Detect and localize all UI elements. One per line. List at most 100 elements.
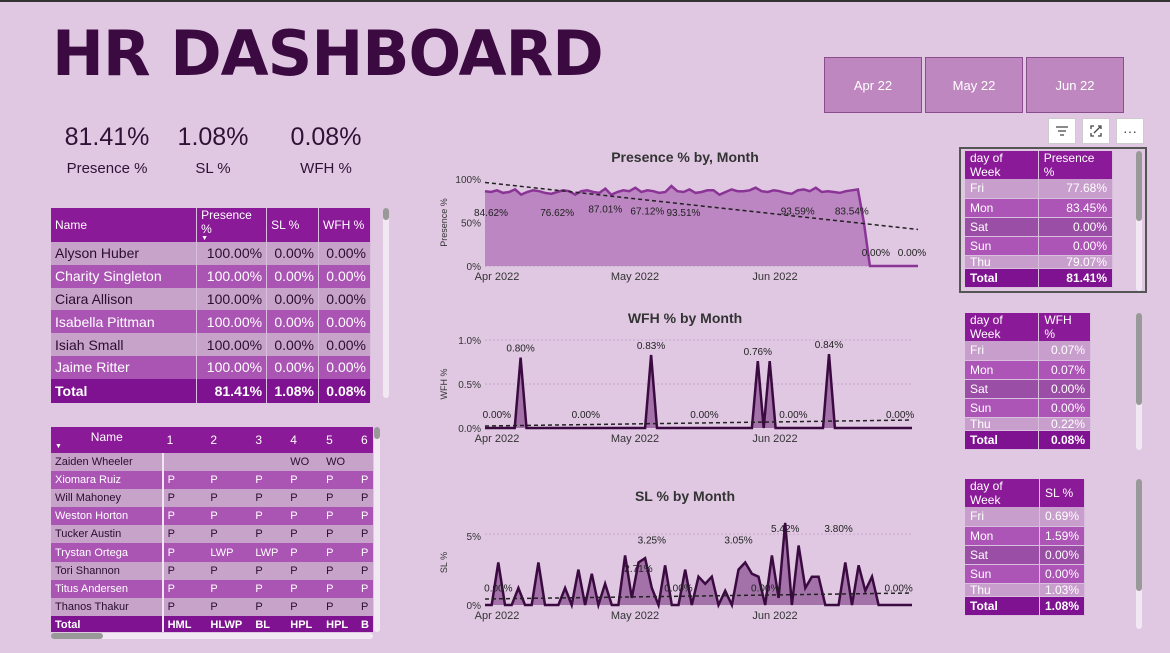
attendance-hscrollbar[interactable] <box>51 633 373 639</box>
x-tick-label: Apr 2022 <box>475 433 520 445</box>
table-row[interactable]: Fri 77.68% <box>965 179 1114 199</box>
table-row[interactable]: Fri 0.69% <box>965 507 1086 527</box>
table-row[interactable]: Thu 0.22% <box>965 417 1091 431</box>
cell-status: P <box>206 525 252 544</box>
scroll-thumb[interactable] <box>1136 151 1142 221</box>
table-row[interactable]: Sun 0.00% <box>965 398 1091 418</box>
filter-icon[interactable] <box>1048 118 1076 144</box>
cell-status: P <box>357 543 373 562</box>
employee-table-scrollbar[interactable] <box>383 208 389 398</box>
table-row[interactable]: Trystan Ortega P LWP LWP P P P <box>51 543 373 562</box>
att-col-3[interactable]: 3 <box>251 427 287 453</box>
cell-value: 0.00% <box>266 355 320 379</box>
presence-chart[interactable]: 84.62% 76.62% 87.01% 67.12% 93.51% 93.59% 83.5… <box>430 168 930 288</box>
col-header[interactable]: SL % <box>1039 479 1086 507</box>
table-row[interactable]: Thu 79.07% <box>965 255 1114 269</box>
scroll-thumb[interactable] <box>374 427 380 439</box>
employee-summary-table: Name Presence % ▼ SL % WFH % Alyson Huber… <box>51 208 371 403</box>
scroll-thumb[interactable] <box>383 208 389 220</box>
cell-status: P <box>322 561 358 580</box>
table-row[interactable]: Thanos Thakur P P P P P P <box>51 597 373 616</box>
wfh-dow-table: day of Week WFH % Fri 0.07% Mon 0.07% Sat 0.00%… <box>965 313 1091 450</box>
col-header[interactable]: day of Week <box>965 151 1039 179</box>
cell-status: P <box>322 525 358 544</box>
table-row[interactable]: Zaiden Wheeler WO WO <box>51 453 373 472</box>
total-row: Total 1.08% <box>965 596 1086 616</box>
table-row[interactable]: Sat 0.00% <box>965 379 1091 399</box>
scroll-thumb[interactable] <box>51 633 103 639</box>
table-row[interactable]: Sat 0.00% <box>965 217 1114 237</box>
table-row[interactable]: Sun 0.00% <box>965 236 1114 256</box>
att-col-1[interactable]: 1 <box>162 427 207 453</box>
kpi-presence-label: Presence % <box>66 160 148 177</box>
presence-dow-scrollbar[interactable] <box>1136 151 1142 291</box>
col-header-sl[interactable]: SL % <box>266 208 320 242</box>
cell-name: Thanos Thakur <box>51 597 164 616</box>
att-col-4[interactable]: 4 <box>286 427 323 453</box>
total-row: Total 0.08% <box>965 430 1091 450</box>
month-slicer-may[interactable]: May 22 <box>925 57 1023 113</box>
cell-value: 0.00% <box>266 310 320 334</box>
wfh-dow-scrollbar[interactable] <box>1136 313 1142 450</box>
wfh-chart[interactable]: 0.80% 0.00% 0.00% 0.83% 0.00% 0.76% 0.00% 0.84%… <box>430 330 930 450</box>
total-cell: HML <box>162 615 207 632</box>
cell-name: Xiomara Ruiz <box>51 471 164 490</box>
table-row[interactable]: Jaime Ritter 100.00% 0.00% 0.00% <box>51 355 371 379</box>
cell-day: Sat <box>965 545 1040 565</box>
month-slicer-jun[interactable]: Jun 22 <box>1026 57 1124 113</box>
table-row[interactable]: Tucker Austin P P P P P P <box>51 525 373 544</box>
page-title: HR DASHBOARD <box>52 17 604 90</box>
table-row[interactable]: Ciara Allison 100.00% 0.00% 0.00% <box>51 287 371 311</box>
sl-chart[interactable]: 0.00% 2.71% 3.25% 0.00% 3.05% 0.00% 5.42% 3.80%… <box>430 520 930 625</box>
wfh-chart-title: WFH % by Month <box>627 310 743 326</box>
kpi-presence-value: 81.41% <box>64 123 150 151</box>
table-row[interactable]: Alyson Huber 100.00% 0.00% 0.00% <box>51 242 371 265</box>
table-row[interactable]: Isabella Pittman 100.00% 0.00% 0.00% <box>51 310 371 334</box>
table-row[interactable]: Xiomara Ruiz P P P P P P <box>51 471 373 490</box>
focus-mode-icon[interactable] <box>1082 118 1110 144</box>
table-row[interactable]: Tori Shannon P P P P P P <box>51 561 373 580</box>
col-header[interactable]: WFH % <box>1038 313 1091 341</box>
col-header[interactable]: Presence % <box>1038 151 1114 179</box>
att-col-5[interactable]: 5 <box>322 427 358 453</box>
more-options-icon[interactable]: ··· <box>1116 118 1144 144</box>
cell-day: Thu <box>965 417 1040 431</box>
table-row[interactable]: Titus Andersen P P P P P P <box>51 579 373 598</box>
cell-status: P <box>286 561 323 580</box>
month-slicer-apr[interactable]: Apr 22 <box>824 57 922 113</box>
table-row[interactable]: Mon 1.59% <box>965 526 1086 546</box>
table-row[interactable]: Fri 0.07% <box>965 341 1091 361</box>
att-col-name[interactable]: Name ▼ <box>51 427 163 453</box>
table-row[interactable]: Mon 0.07% <box>965 360 1091 380</box>
cell-status: P <box>206 579 252 598</box>
cell-name: Weston Horton <box>51 507 164 526</box>
table-row[interactable]: Thu 1.03% <box>965 583 1086 597</box>
attendance-vscrollbar[interactable] <box>374 427 380 632</box>
col-header[interactable]: day of Week <box>965 479 1040 507</box>
data-label: 0.00% <box>664 584 692 595</box>
cell-value: 0.00% <box>318 264 371 288</box>
table-row[interactable]: Charity Singleton 100.00% 0.00% 0.00% <box>51 264 371 288</box>
col-header[interactable]: day of Week <box>965 313 1040 341</box>
cell-value: 100.00% <box>196 242 268 265</box>
cell-status: P <box>286 507 323 526</box>
table-row[interactable]: Mon 83.45% <box>965 198 1114 218</box>
data-label: 0.76% <box>744 347 772 358</box>
data-label: 0.00% <box>690 410 718 421</box>
total-cell: Total <box>965 430 1040 450</box>
col-header-presence[interactable]: Presence % ▼ <box>196 208 268 242</box>
col-header-wfh[interactable]: WFH % <box>318 208 371 242</box>
cell-status: WO <box>286 453 323 472</box>
table-row[interactable]: Sat 0.00% <box>965 545 1086 565</box>
att-col-6[interactable]: 6 <box>357 427 373 453</box>
scroll-thumb[interactable] <box>1136 313 1142 405</box>
table-row[interactable]: Weston Horton P P P P P P <box>51 507 373 526</box>
att-col-2[interactable]: 2 <box>206 427 252 453</box>
table-row[interactable]: Sun 0.00% <box>965 564 1086 584</box>
table-row[interactable]: Isiah Small 100.00% 0.00% 0.00% <box>51 333 371 356</box>
sl-dow-scrollbar[interactable] <box>1136 479 1142 629</box>
table-row[interactable]: Will Mahoney P P P P P P <box>51 489 373 508</box>
cell-status: P <box>162 489 207 508</box>
scroll-thumb[interactable] <box>1136 479 1142 591</box>
col-header-name[interactable]: Name <box>51 208 198 242</box>
